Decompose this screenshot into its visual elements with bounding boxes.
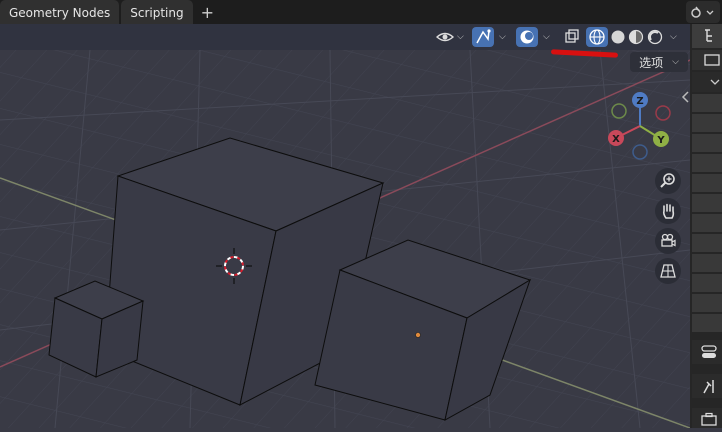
scene-selector-button[interactable] — [686, 1, 720, 23]
shading-solid-button[interactable] — [608, 27, 628, 47]
gizmo-neg-x[interactable] — [655, 105, 671, 121]
panel-row — [692, 72, 722, 92]
overlay-toggle-button[interactable] — [516, 27, 538, 47]
panel-row — [692, 114, 722, 132]
chevron-down-icon: ⌵ — [457, 32, 464, 42]
gizmo-y-label: Y — [656, 135, 665, 146]
briefcase-icon — [701, 412, 717, 426]
panel-row — [692, 134, 722, 152]
panel-row — [692, 174, 722, 192]
chevron-down-icon: ⌵ — [672, 57, 679, 67]
options-label: 选项 — [639, 55, 664, 70]
object-origin — [415, 332, 421, 338]
render-tab[interactable] — [692, 408, 722, 428]
tool-settings-tab[interactable] — [692, 340, 722, 364]
material-sphere-icon — [628, 29, 644, 45]
zoom-button[interactable] — [655, 168, 681, 194]
toggle-settings-icon — [701, 345, 717, 358]
gizmo-neg-y[interactable] — [611, 103, 627, 119]
tab-scripting[interactable]: Scripting — [121, 0, 193, 24]
tab-geometry-nodes[interactable]: Geometry Nodes — [0, 0, 120, 24]
gizmo-x-label: X — [612, 134, 620, 145]
properties-panel — [690, 24, 722, 428]
rendered-sphere-icon — [647, 29, 663, 45]
outliner-type-button[interactable] — [692, 24, 722, 48]
wrench-screwdriver-icon — [703, 380, 714, 394]
perspective-toggle-button[interactable] — [655, 258, 681, 284]
gizmo-toggle-button[interactable] — [472, 27, 494, 47]
chevron-down-icon — [710, 79, 720, 85]
chevron-down-icon: ⌵ — [670, 32, 677, 42]
panel-row — [692, 50, 722, 70]
tool-tab[interactable] — [692, 374, 722, 398]
gizmo-z-label: Z — [636, 96, 643, 107]
panel-row — [692, 94, 722, 112]
workspace-tabbar: Geometry Nodes Scripting + — [0, 0, 722, 24]
overlay-icon — [520, 30, 534, 44]
overlay-dropdown[interactable]: ⌵ — [540, 27, 550, 47]
panel-row — [692, 234, 722, 252]
add-tab-button[interactable]: + — [195, 0, 220, 24]
shading-material-button[interactable] — [626, 27, 646, 47]
shading-wireframe-button[interactable] — [586, 27, 608, 47]
gizmo-icon — [476, 29, 491, 44]
hand-icon — [662, 203, 675, 219]
eye-icon — [436, 32, 454, 42]
sidebar-toggle-icon[interactable] — [681, 91, 690, 103]
options-dropdown-button[interactable]: 选项 ⌵ — [630, 52, 688, 72]
gizmo-dropdown[interactable]: ⌵ — [496, 27, 506, 47]
chevron-down-icon: ⌵ — [543, 32, 550, 42]
panel-row — [692, 194, 722, 212]
shading-dropdown[interactable]: ⌵ — [667, 27, 677, 47]
panel-row — [692, 294, 722, 312]
outliner-icon — [705, 29, 712, 42]
panel-row — [692, 274, 722, 292]
pan-button[interactable] — [655, 198, 681, 224]
visibility-dropdown[interactable]: ⌵ — [436, 27, 464, 47]
camera-view-button[interactable] — [655, 228, 681, 254]
scene-icon — [691, 6, 714, 18]
xray-toggle-button[interactable] — [563, 27, 581, 47]
gizmo-neg-z[interactable] — [632, 144, 648, 160]
camera-icon — [661, 233, 676, 247]
xray-icon — [565, 29, 579, 43]
grid-perspective-icon — [660, 264, 676, 278]
panel-row — [692, 154, 722, 172]
solid-sphere-icon — [611, 30, 625, 44]
navigation-gizmo[interactable]: Z X Y — [604, 88, 676, 164]
3d-viewport[interactable] — [0, 49, 691, 429]
wireframe-sphere-icon — [589, 29, 605, 45]
filter-icon — [704, 54, 720, 66]
viewport-header: ⌵ ⌵ ⌵ ⌵ — [0, 24, 690, 50]
panel-row — [692, 214, 722, 232]
zoom-icon — [660, 173, 675, 188]
panel-row — [692, 314, 722, 332]
chevron-down-icon: ⌵ — [499, 32, 506, 42]
shading-rendered-button[interactable] — [645, 27, 665, 47]
panel-row — [692, 254, 722, 272]
viewport-scene — [0, 49, 691, 429]
